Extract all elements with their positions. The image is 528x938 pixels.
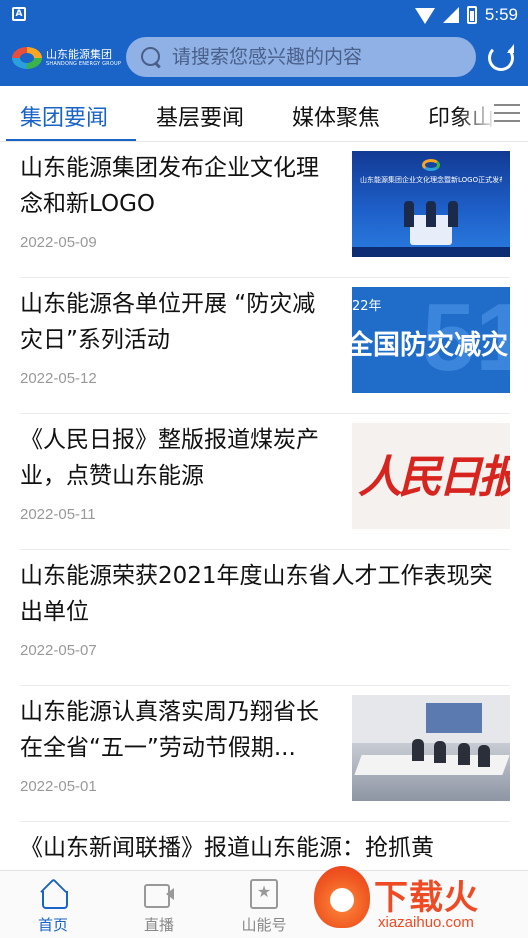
status-icons: 5:59 — [414, 4, 518, 26]
tab-group-news[interactable]: 集团要闻 — [20, 100, 108, 132]
thumb-caption: 人民日报 — [358, 452, 510, 503]
news-date: 2022-05-12 — [20, 370, 97, 387]
news-date: 2022-05-01 — [20, 778, 97, 795]
news-item[interactable]: 山东能源荣获2021年度山东省人才工作表现突出单位 2022-05-07 — [20, 550, 510, 686]
news-thumbnail: 512 22年 全国防灾减灾日 — [352, 287, 510, 393]
news-title: 山东能源各单位开展 “防灾减灾日”系列活动 — [20, 291, 316, 353]
nav-home[interactable]: 首页 — [18, 879, 88, 935]
flame-logo-icon — [314, 866, 370, 928]
logo-text: 山东能源集团 — [46, 48, 112, 61]
star-badge-icon: ★ — [250, 879, 278, 909]
category-tabs: 集团要闻 基层要闻 媒体聚焦 印象山 — [0, 86, 528, 142]
news-list: 山东能源集团发布企业文化理念和新LOGO 2022-05-09 山东能源集团企业… — [0, 142, 528, 870]
news-date: 2022-05-11 — [20, 506, 96, 523]
watermark-title: 下载火 — [374, 878, 479, 918]
news-title: 《山东新闻联播》报道山东能源：抢抓黄 — [20, 835, 434, 861]
news-item[interactable]: 《山东新闻联播》报道山东能源：抢抓黄 — [20, 822, 510, 870]
battery-icon — [466, 6, 477, 24]
news-title: 山东能源荣获2021年度山东省人才工作表现突出单位 — [20, 563, 493, 625]
news-date: 2022-05-07 — [20, 642, 97, 659]
news-date: 2022-05-09 — [20, 234, 97, 251]
news-thumbnail — [352, 695, 510, 801]
logo-ring-icon — [422, 159, 440, 171]
news-thumbnail: 人民日报 — [352, 423, 510, 529]
search-icon — [140, 46, 162, 68]
video-icon — [143, 879, 175, 909]
signal-icon — [442, 7, 459, 23]
tabs-menu-icon[interactable] — [494, 104, 520, 124]
refresh-icon[interactable] — [488, 44, 514, 71]
notification-icon: A — [12, 7, 26, 21]
news-item[interactable]: 山东能源各单位开展 “防灾减灾日”系列活动 2022-05-12 512 22年… — [20, 278, 510, 414]
status-bar: A 5:59 — [0, 0, 528, 30]
logo-subtext: SHANDONG ENERGY GROUP — [46, 61, 122, 67]
watermark: 下载火 xiazaihuo.com — [310, 866, 528, 938]
thumb-caption: 全国防灾减灾日 — [352, 330, 510, 361]
tab-media-focus[interactable]: 媒体聚焦 — [292, 100, 380, 132]
thumb-caption: 山东能源集团企业文化理念暨新LOGO正式发布 — [360, 176, 502, 184]
news-title: 《人民日报》整版报道煤炭产业，点赞山东能源 — [20, 427, 319, 489]
news-item[interactable]: 《人民日报》整版报道煤炭产业，点赞山东能源 2022-05-11 人民日报 — [20, 414, 510, 550]
search-bar[interactable] — [126, 37, 476, 77]
news-title: 山东能源集团发布企业文化理念和新LOGO — [20, 155, 319, 217]
nav-label: 首页 — [37, 916, 68, 934]
search-input[interactable] — [172, 46, 472, 68]
news-item[interactable]: 山东能源认真落实周乃翔省长在全省“五一”劳动节假期... 2022-05-01 — [20, 686, 510, 822]
news-thumbnail: 山东能源集团企业文化理念暨新LOGO正式发布 — [352, 151, 510, 257]
nav-label: 直播 — [143, 916, 174, 934]
logo-mark-icon — [12, 47, 42, 69]
wifi-icon — [414, 8, 435, 24]
thumb-small-text: 22年 — [352, 299, 382, 314]
nav-shanneng[interactable]: ★ 山能号 — [229, 879, 299, 935]
watermark-url: xiazaihuo.com — [378, 914, 474, 931]
tab-local-news[interactable]: 基层要闻 — [156, 100, 244, 132]
news-title: 山东能源认真落实周乃翔省长在全省“五一”劳动节假期... — [20, 699, 319, 761]
nav-label: 山能号 — [241, 916, 287, 934]
status-time: 5:59 — [484, 5, 518, 24]
app-logo: 山东能源集团 SHANDONG ENERGY GROUP — [12, 44, 122, 72]
home-icon — [38, 879, 68, 909]
app-header: 山东能源集团 SHANDONG ENERGY GROUP — [0, 30, 528, 86]
nav-live[interactable]: 直播 — [124, 879, 194, 935]
news-item[interactable]: 山东能源集团发布企业文化理念和新LOGO 2022-05-09 山东能源集团企业… — [20, 142, 510, 278]
